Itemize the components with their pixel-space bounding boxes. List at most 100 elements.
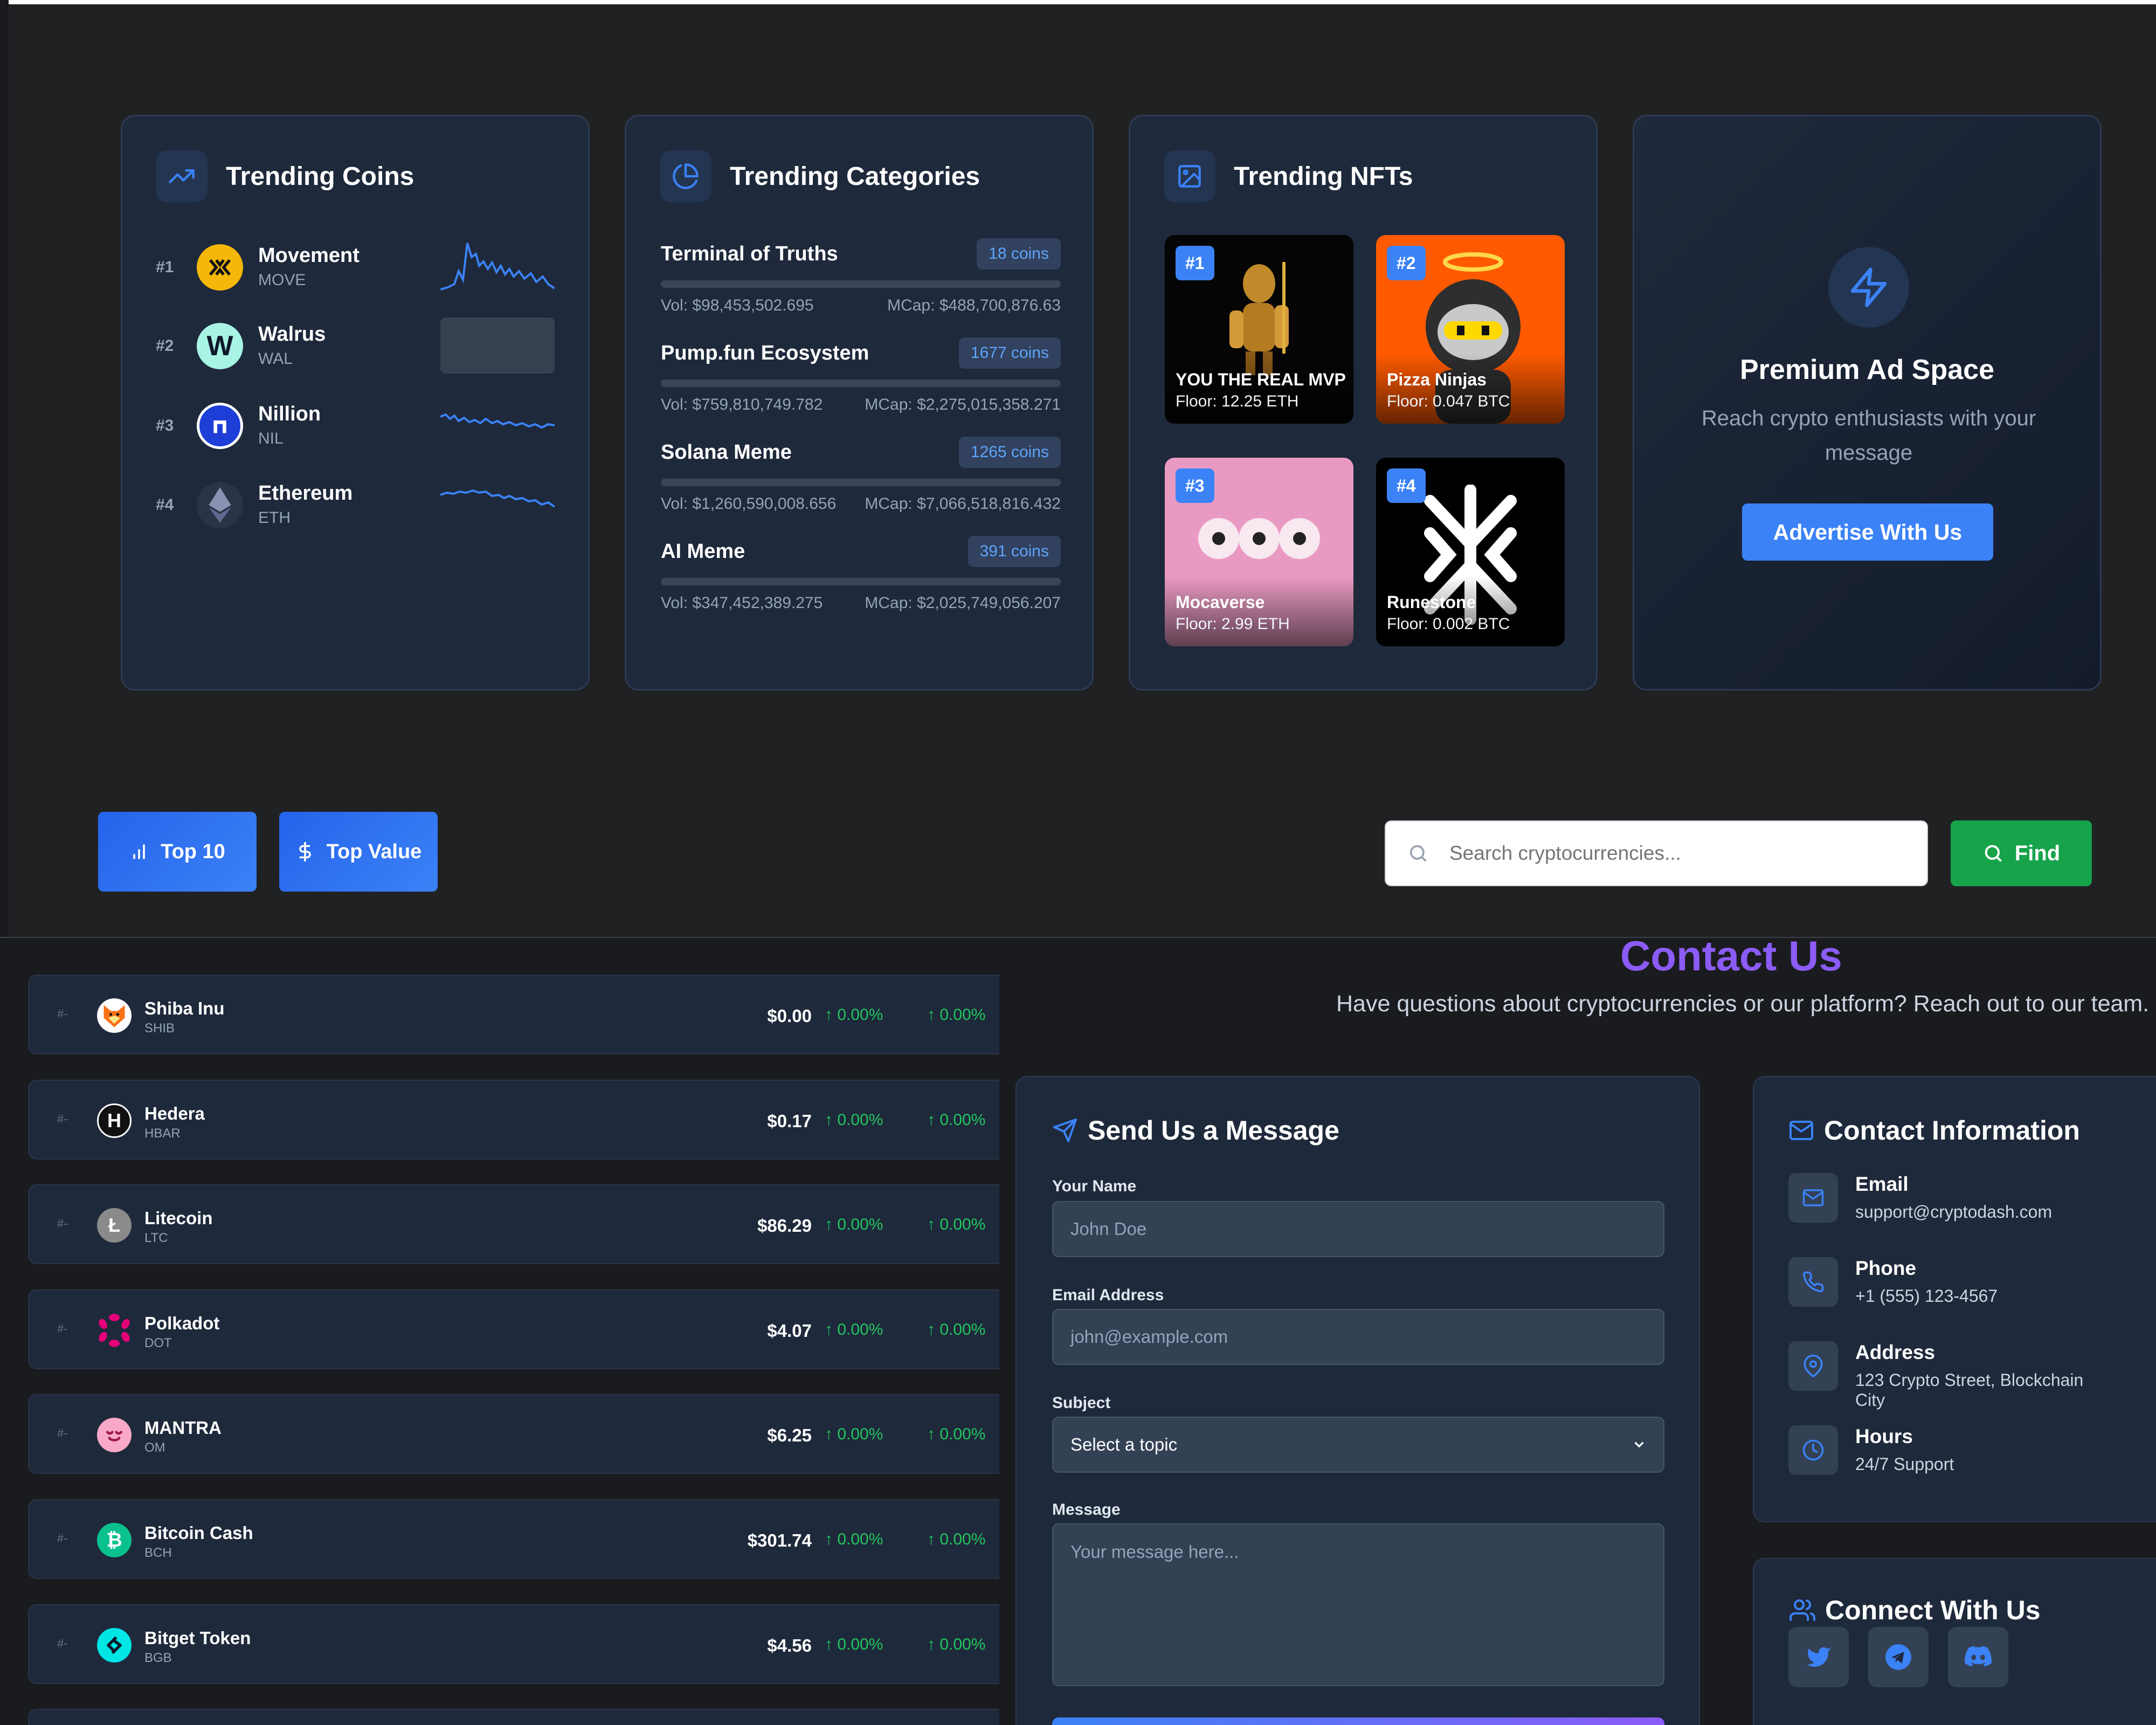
trending-coin-item[interactable]: #3 Nillion NIL bbox=[156, 397, 558, 457]
change-value: 0.00% bbox=[837, 1425, 883, 1443]
coin-row[interactable]: #- Bitget Token BGB $4.56 ↑ 0.00% ↑ 0.00… bbox=[28, 1604, 999, 1684]
category-bar bbox=[661, 280, 1061, 288]
coin-symbol: LTC bbox=[144, 1231, 168, 1245]
phone-value[interactable]: +1 (555) 123-4567 bbox=[1855, 1286, 1998, 1306]
bitget-logo bbox=[97, 1628, 132, 1662]
coin-row[interactable]: #- ₿ Bitcoin Cash BCH $301.74 ↑ 0.00% ↑ … bbox=[28, 1499, 999, 1579]
message-textarea[interactable]: Your message here... bbox=[1052, 1523, 1664, 1686]
change-value: 0.00% bbox=[939, 1006, 986, 1024]
coin-symbol: MOVE bbox=[258, 271, 306, 289]
message-form-card: Send Us a Message Your Name John Doe Ema… bbox=[1015, 1076, 1700, 1725]
coin-name: Movement bbox=[258, 244, 360, 267]
email-value[interactable]: support@cryptodash.com bbox=[1855, 1202, 2052, 1222]
walrus-logo: W bbox=[197, 323, 243, 369]
coin-rank: #- bbox=[57, 1112, 68, 1126]
nft-card[interactable]: #4 Runestone Floor: 0.002 BTC bbox=[1376, 458, 1565, 646]
category-bar bbox=[661, 479, 1061, 486]
contact-hours: Hours 24/7 Support bbox=[1788, 1425, 2112, 1485]
coin-name: Bitcoin Cash bbox=[144, 1523, 253, 1543]
top-value-button[interactable]: Top Value bbox=[279, 812, 438, 892]
coin-symbol: NIL bbox=[258, 430, 284, 447]
change-value: 0.00% bbox=[837, 1321, 883, 1338]
change-value: 0.00% bbox=[837, 1636, 883, 1653]
trending-coins-title: Trending Coins bbox=[226, 162, 414, 191]
connect-header: Connect With Us bbox=[1788, 1595, 2041, 1626]
bitcoin-cash-logo: ₿ bbox=[97, 1523, 132, 1557]
trending-categories-card: Trending Categories Terminal of Truths 1… bbox=[625, 115, 1094, 691]
category-mcap: MCap: $2,275,015,358.271 bbox=[865, 396, 1061, 413]
contact-address: Address 123 Crypto Street, Blockchain Ci… bbox=[1788, 1341, 2112, 1410]
category-bar bbox=[661, 380, 1061, 387]
coin-symbol: OM bbox=[144, 1440, 165, 1455]
contact-title: Contact Us bbox=[1620, 937, 1842, 979]
dollar-icon bbox=[299, 841, 311, 862]
find-button[interactable]: Find bbox=[1951, 820, 2092, 886]
email-label: Email Address bbox=[1052, 1286, 1164, 1304]
coin-row[interactable]: #- H Hedera HBAR $0.17 ↑ 0.00% ↑ 0.00% bbox=[28, 1080, 999, 1160]
nft-card[interactable]: #2 Pizza Ninjas Floor: 0.047 BTC bbox=[1376, 235, 1565, 424]
category-item[interactable]: AI Meme 391 coins Vol: $347,452,389.275 … bbox=[661, 536, 1061, 622]
message-placeholder: Your message here... bbox=[1070, 1542, 1239, 1562]
coin-change-1: ↑ 0.00% bbox=[825, 1530, 883, 1548]
nft-card[interactable]: #3 Mocaverse Floor: 2.99 ETH bbox=[1165, 458, 1353, 646]
connect-title: Connect With Us bbox=[1825, 1595, 2041, 1625]
send-message-button[interactable] bbox=[1052, 1717, 1664, 1725]
coin-rank: #4 bbox=[156, 496, 174, 514]
polkadot-logo bbox=[97, 1313, 132, 1348]
discord-icon[interactable] bbox=[1948, 1627, 2008, 1687]
coin-row[interactable]: #- Ł Litecoin LTC $86.29 ↑ 0.00% ↑ 0.00% bbox=[28, 1184, 999, 1264]
address-title: Address bbox=[1855, 1341, 1936, 1363]
coin-change-1: ↑ 0.00% bbox=[825, 1321, 883, 1338]
subject-value: Select a topic bbox=[1070, 1434, 1178, 1454]
coin-rank: #3 bbox=[156, 417, 174, 434]
coin-change-1: ↑ 0.00% bbox=[825, 1636, 883, 1653]
search-icon bbox=[1985, 845, 2002, 862]
coin-rank: #- bbox=[57, 1426, 68, 1440]
coin-rank: #- bbox=[57, 1637, 68, 1650]
contact-info-header: Contact Information bbox=[1788, 1115, 2080, 1146]
top-10-button[interactable]: Top 10 bbox=[98, 812, 257, 892]
telegram-icon[interactable] bbox=[1868, 1627, 1929, 1687]
coin-price: $0.00 bbox=[767, 1006, 812, 1026]
nft-card[interactable]: #1 YOU THE REAL MVP Floor: 12.25 ETH bbox=[1165, 235, 1353, 424]
trending-coin-item[interactable]: #2 W Walrus WAL bbox=[156, 318, 558, 377]
category-volume: Vol: $759,810,749.782 bbox=[661, 396, 823, 413]
trending-coin-item[interactable]: #4 Ethereum ETH bbox=[156, 477, 558, 536]
trending-coin-item[interactable]: #1 Movement MOVE bbox=[156, 239, 558, 298]
subject-select[interactable]: Select a topic bbox=[1052, 1417, 1664, 1473]
coin-symbol: BGB bbox=[144, 1651, 172, 1665]
category-item[interactable]: Solana Meme 1265 coins Vol: $1,260,590,0… bbox=[661, 437, 1061, 523]
coin-rank: #- bbox=[57, 1217, 68, 1230]
coin-row[interactable] bbox=[28, 1709, 999, 1725]
nft-name: YOU THE REAL MVP bbox=[1176, 370, 1346, 389]
coin-row[interactable]: #- Polkadot DOT $4.07 ↑ 0.00% ↑ 0.00% bbox=[28, 1289, 999, 1369]
coin-change-2: ↑ 0.00% bbox=[927, 1530, 986, 1548]
category-item[interactable]: Pump.fun Ecosystem 1677 coins Vol: $759,… bbox=[661, 337, 1061, 424]
email-field[interactable]: john@example.com bbox=[1052, 1309, 1664, 1365]
change-value: 0.00% bbox=[939, 1111, 986, 1129]
change-value: 0.00% bbox=[939, 1321, 986, 1338]
coin-change-1: ↑ 0.00% bbox=[825, 1006, 883, 1024]
nft-floor: Floor: 2.99 ETH bbox=[1176, 615, 1290, 633]
coin-change-2: ↑ 0.00% bbox=[927, 1636, 986, 1653]
coin-row[interactable]: #- Shiba Inu SHIB $0.00 ↑ 0.00% ↑ 0.00% bbox=[28, 975, 999, 1054]
twitter-icon[interactable] bbox=[1788, 1627, 1849, 1687]
coin-price: $301.74 bbox=[747, 1530, 812, 1550]
nft-rank-badge: #4 bbox=[1387, 468, 1426, 503]
trending-coins-card: Trending Coins #1 Movement MOVE #2 W Wal… bbox=[121, 115, 590, 691]
coin-row[interactable]: #- MANTRA OM $6.25 ↑ 0.00% ↑ 0.00% bbox=[28, 1394, 999, 1474]
search-input[interactable] bbox=[1449, 842, 1913, 865]
connect-card: Connect With Us bbox=[1753, 1558, 2156, 1725]
search-box[interactable] bbox=[1385, 820, 1928, 886]
nft-name: Runestone bbox=[1387, 592, 1476, 612]
mantra-logo bbox=[97, 1418, 132, 1452]
trending-nfts-title: Trending NFTs bbox=[1234, 162, 1413, 191]
coin-name: Ethereum bbox=[258, 482, 353, 505]
ad-card: Premium Ad Space Reach crypto enthusiast… bbox=[1633, 115, 2102, 691]
name-field[interactable]: John Doe bbox=[1052, 1201, 1664, 1257]
clock-icon bbox=[1788, 1425, 1838, 1475]
coin-name: Litecoin bbox=[144, 1208, 213, 1228]
hours-title: Hours bbox=[1855, 1425, 1913, 1447]
advertise-button[interactable]: Advertise With Us bbox=[1742, 503, 1993, 561]
category-item[interactable]: Terminal of Truths 18 coins Vol: $98,453… bbox=[661, 238, 1061, 325]
